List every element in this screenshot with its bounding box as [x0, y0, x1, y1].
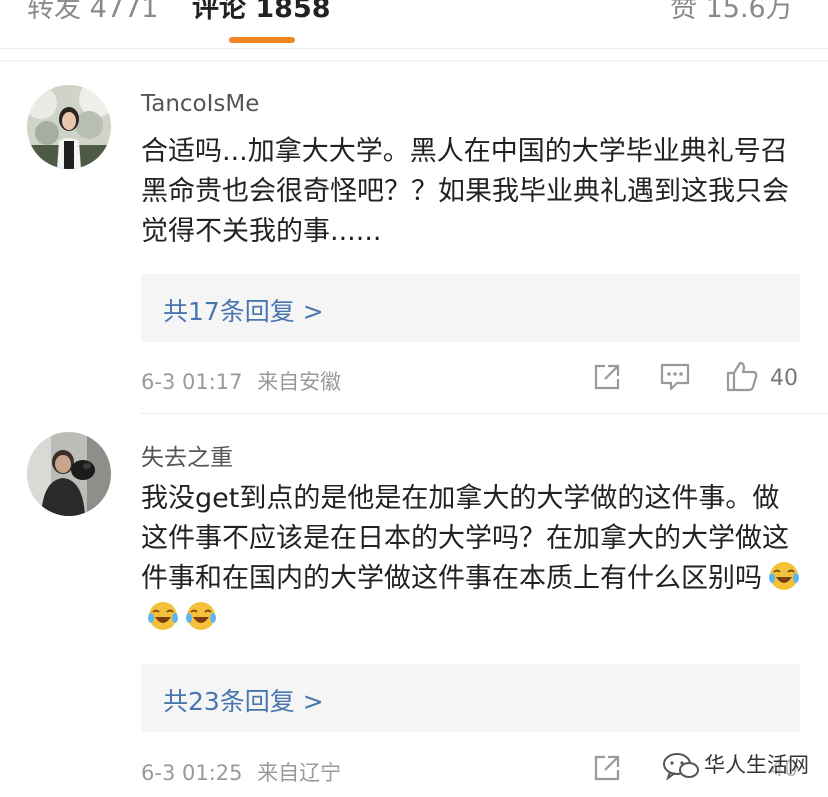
- username[interactable]: TancoIsMe: [141, 91, 259, 117]
- like-count: 40: [770, 366, 798, 391]
- timestamp: 6-3 01:17: [141, 370, 243, 394]
- laugh-cry-emoji: [148, 602, 178, 630]
- divider: [0, 60, 828, 62]
- tab-comments[interactable]: 评论 1858: [192, 0, 331, 25]
- share-icon[interactable]: [592, 753, 622, 783]
- comment-meta: 6-3 01:17 来自安徽: [141, 366, 341, 396]
- share-icon[interactable]: [592, 362, 622, 392]
- avatar[interactable]: [27, 85, 111, 169]
- tab-likes[interactable]: 赞 15.6万: [670, 0, 793, 25]
- username[interactable]: 失去之重: [141, 438, 233, 472]
- watermark: 华人生活网: [660, 745, 828, 793]
- wechat-icon: [663, 753, 699, 781]
- avatar-photo: [27, 85, 111, 169]
- comment-text-content: 我没get到点的是他是在加拿大的大学做的这件事。做这件事不应该是在日本的大学吗？…: [141, 483, 789, 594]
- timestamp: 6-3 01:25: [141, 761, 243, 785]
- watermark-text: 华人生活网: [704, 753, 809, 777]
- divider: [0, 48, 828, 49]
- like-icon[interactable]: [725, 360, 759, 392]
- replies-link[interactable]: 共17条回复 >: [163, 292, 324, 328]
- tab-repost[interactable]: 转发 4771: [27, 0, 158, 25]
- replies-box[interactable]: 共17条回复 >: [141, 274, 800, 342]
- active-tab-indicator: [229, 37, 295, 43]
- comment-icon[interactable]: [659, 362, 691, 392]
- replies-box[interactable]: 共23条回复 >: [141, 664, 800, 732]
- location: 来自安徽: [257, 370, 342, 394]
- laugh-cry-emoji: [186, 602, 216, 630]
- comment-text: 我没get到点的是他是在加拿大的大学做的这件事。做这件事不应该是在日本的大学吗？…: [141, 479, 801, 639]
- comment-text: 合适吗...加拿大大学。黑人在中国的大学毕业典礼号召黑命贵也会很奇怪吧？？如果我…: [141, 136, 789, 247]
- comment-meta: 6-3 01:25 来自辽宁: [141, 757, 341, 787]
- avatar-photo: [27, 432, 111, 516]
- tab-bar: 转发 4771 评论 1858 赞 15.6万: [0, 0, 828, 48]
- location: 来自辽宁: [257, 761, 342, 785]
- avatar[interactable]: [27, 432, 111, 516]
- comment-separator: [141, 413, 828, 414]
- replies-link[interactable]: 共23条回复 >: [163, 682, 324, 718]
- laugh-cry-emoji: [769, 562, 799, 590]
